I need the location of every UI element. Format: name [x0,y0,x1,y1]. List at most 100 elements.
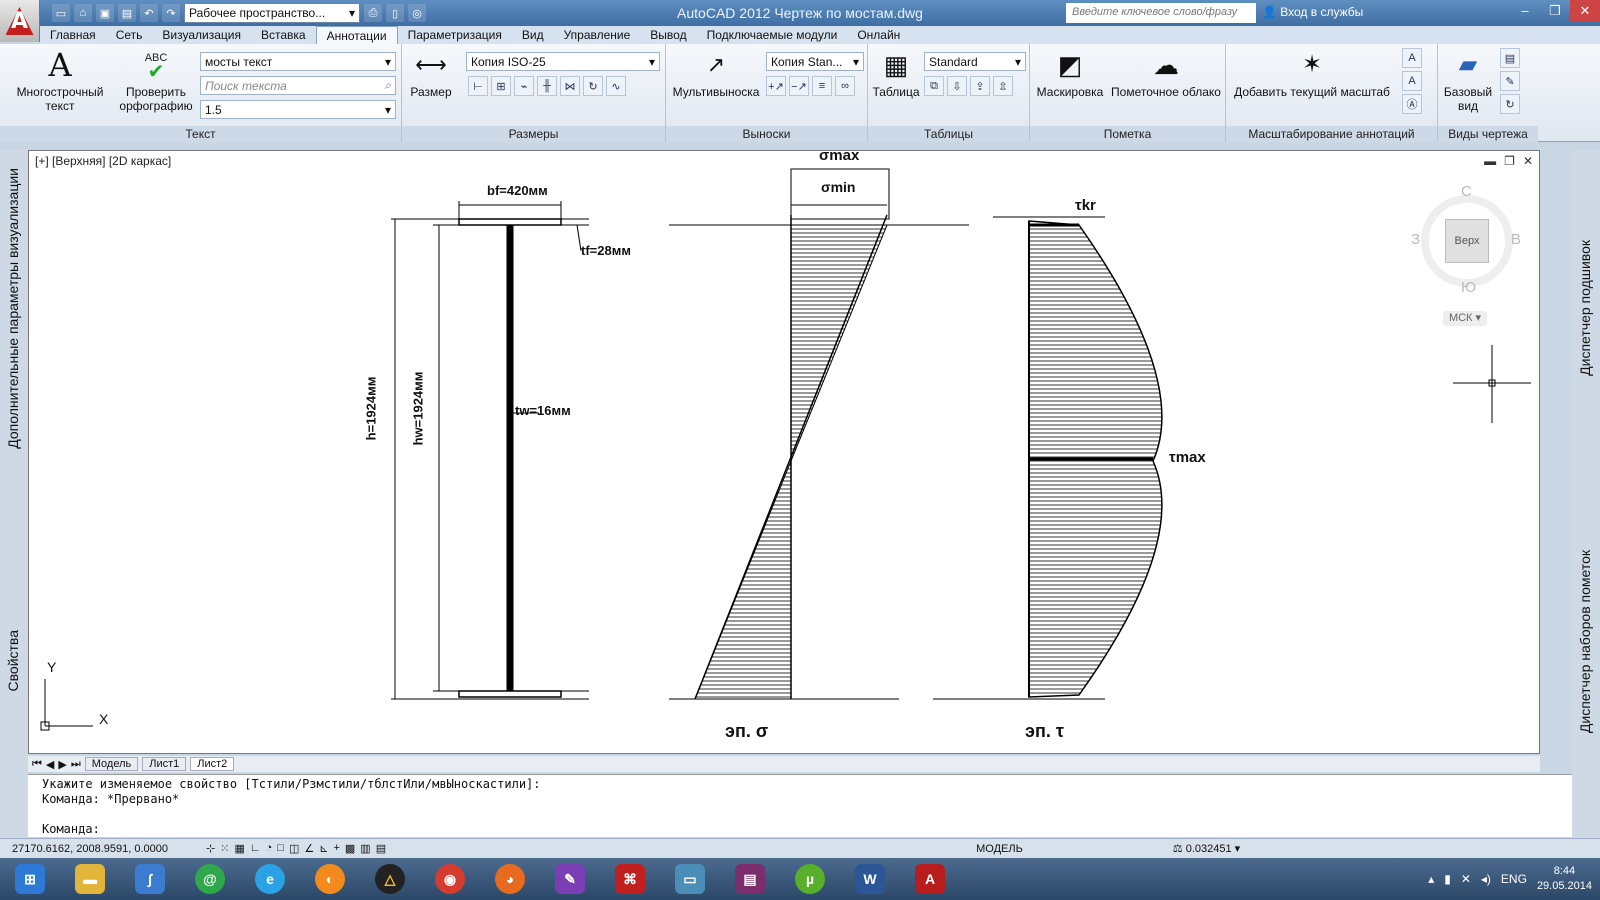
undo-icon[interactable]: ↶ [140,4,158,22]
panel-title[interactable]: Текст [0,126,401,142]
infer-constraints-icon[interactable]: ⊹ [206,842,215,855]
taskbar-word[interactable]: W [844,860,896,898]
taskbar-app[interactable]: ◐ [304,860,356,898]
ducs-icon[interactable]: ⊾ [319,842,328,855]
battery-icon[interactable]: ▮ [1444,872,1451,886]
save-as-icon[interactable]: ▤ [118,4,136,22]
mleader-button[interactable]: ↗ Мультивыноска [670,48,762,100]
tab-7[interactable]: Управление [554,26,641,44]
tab-model[interactable]: Модель [84,757,139,771]
last-layout-icon[interactable]: ⏭ [71,758,81,771]
plot-icon[interactable]: ⎙ [364,4,382,22]
add-scale-button[interactable]: ✶ Добавить текущий масштаб [1230,48,1394,100]
model-space-button[interactable]: МОДЕЛЬ [976,843,1023,855]
redo-icon[interactable]: ↷ [162,4,180,22]
find-text-input[interactable]: Поиск текста ⌕ [200,76,396,95]
close-icon[interactable]: ✕ [1570,0,1600,22]
taskbar-ie[interactable]: e [244,860,296,898]
wipeout-button[interactable]: ◩ Маскировка [1034,48,1106,99]
taskbar-firefox[interactable]: ◕ [484,860,536,898]
sync-scale-icon[interactable]: A [1402,71,1422,91]
taskbar-mail[interactable]: @ [184,860,236,898]
dim-break-icon[interactable]: ⌁ [514,76,534,96]
dim-continue-icon[interactable]: ╫ [537,76,557,96]
panel-title[interactable]: Размеры [402,126,665,142]
extract-data-icon[interactable]: ⇩ [947,76,967,96]
viewcube-top-face[interactable]: Верх [1445,219,1489,263]
taskbar-mathcad[interactable]: ∫ [124,860,176,898]
grid-icon[interactable]: ▦ [234,842,244,855]
align-leader-icon[interactable]: ≡ [812,76,832,96]
open-icon[interactable]: ⌂ [74,4,92,22]
3d-osnap-icon[interactable]: ◫ [289,842,299,855]
panel-title[interactable]: Виды чертежа [1438,126,1538,142]
drawing-viewport[interactable]: [+] [Верхняя] [2D каркас] ▬ ❐ ✕ bf=420мм… [28,147,1540,754]
dim-ordinate-icon[interactable]: ⊞ [491,76,511,96]
next-layout-icon[interactable]: ▶ [58,758,66,771]
i-beam-section[interactable] [391,201,589,700]
table-style-select[interactable]: Standard ▾ [924,52,1026,71]
snap-icon[interactable]: ⁙ [220,842,229,855]
table-button[interactable]: ▦ Таблица [872,48,920,99]
viewcube-north[interactable]: С [1461,183,1472,200]
collect-leader-icon[interactable]: ∞ [835,76,855,96]
dim-space-icon[interactable]: ⋈ [560,76,580,96]
tab-0[interactable]: Главная [40,26,106,44]
tab-2[interactable]: Визуализация [152,26,251,44]
command-prompt[interactable]: Команда: [42,822,1558,837]
taskbar-photos[interactable]: ▭ [664,860,716,898]
text-style-select[interactable]: мосты текст ▾ [200,52,396,71]
markup-set-manager-tab[interactable]: Диспетчер наборов пометок [1577,550,1593,733]
sheet-set-manager-tab[interactable]: Диспетчер подшивок [1577,240,1593,376]
workspace-select[interactable]: Рабочее пространство... ▾ [184,3,360,23]
taskbar-winrar[interactable]: ▤ [724,860,776,898]
taskbar-explorer[interactable]: ▬ [64,860,116,898]
ortho-icon[interactable]: ∟ [250,842,261,855]
login-button[interactable]: 👤 Вход в службы [1262,5,1363,19]
maximize-icon[interactable]: ❐ [1540,0,1570,22]
panel-title[interactable]: Масштабирование аннотаций [1226,126,1437,142]
tab-sheet1[interactable]: Лист1 [142,757,187,771]
application-menu-button[interactable]: A [0,0,40,42]
command-line[interactable]: Укажите изменяемое свойство [Тстили/Рзмс… [28,774,1572,837]
scale-objects-icon[interactable]: Ⓐ [1402,94,1422,114]
viewcube[interactable]: Верх С Ю З В МСК ▾ [1411,183,1523,327]
viewcube-south[interactable]: Ю [1461,279,1476,296]
publish-icon[interactable]: ◎ [408,4,426,22]
taskbar-acrobat[interactable]: ⌘ [604,860,656,898]
first-layout-icon[interactable]: ⏮ [32,758,42,771]
viewcube-east[interactable]: В [1511,231,1521,248]
tab-8[interactable]: Вывод [640,26,696,44]
spell-check-button[interactable]: ABC ✔ Проверить орфографию [116,48,196,113]
polar-icon[interactable]: ◔ [266,842,273,855]
update-view-icon[interactable]: ↻ [1500,94,1520,114]
visual-styles-palette-tab[interactable]: Дополнительные параметры визуализации [5,168,21,449]
taskbar-daemon[interactable]: △ [364,860,416,898]
tab-9[interactable]: Подключаемые модули [697,26,848,44]
minimize-icon[interactable]: – [1510,0,1540,22]
tab-6[interactable]: Вид [512,26,554,44]
dim-style-select[interactable]: Копия ISO-25 ▾ [466,52,660,71]
search-input[interactable]: Введите ключевое слово/фразу [1066,3,1256,23]
text-height-select[interactable]: 1.5 ▾ [200,100,396,119]
taskbar-onenote[interactable]: ✎ [544,860,596,898]
panel-title[interactable]: Выноски [666,126,867,142]
plot-preview-icon[interactable]: ▯ [386,4,404,22]
panel-title[interactable]: Пометка [1030,126,1225,142]
mtext-button[interactable]: A Многострочный текст [8,46,112,113]
save-icon[interactable]: ▣ [96,4,114,22]
dyn-icon[interactable]: + [333,842,339,855]
tab-1[interactable]: Сеть [106,26,153,44]
prev-layout-icon[interactable]: ◀ [46,758,54,771]
quick-properties-icon[interactable]: ▤ [376,842,386,855]
taskbar-chrome[interactable]: ◉ [424,860,476,898]
start-button[interactable]: ⊞ [4,860,56,898]
mleader-style-select[interactable]: Копия Stan... ▾ [766,52,864,71]
tab-4[interactable]: Аннотации [315,26,398,44]
clock[interactable]: 8:44 29.05.2014 [1537,864,1592,894]
remove-leader-icon[interactable]: −↗ [789,76,809,96]
taskbar-utorrent[interactable]: µ [784,860,836,898]
tau-diagram[interactable] [933,216,1163,700]
annotation-scale[interactable]: ⚖ 0.032451 ▾ [1173,842,1240,855]
language-indicator[interactable]: ENG [1501,872,1527,886]
